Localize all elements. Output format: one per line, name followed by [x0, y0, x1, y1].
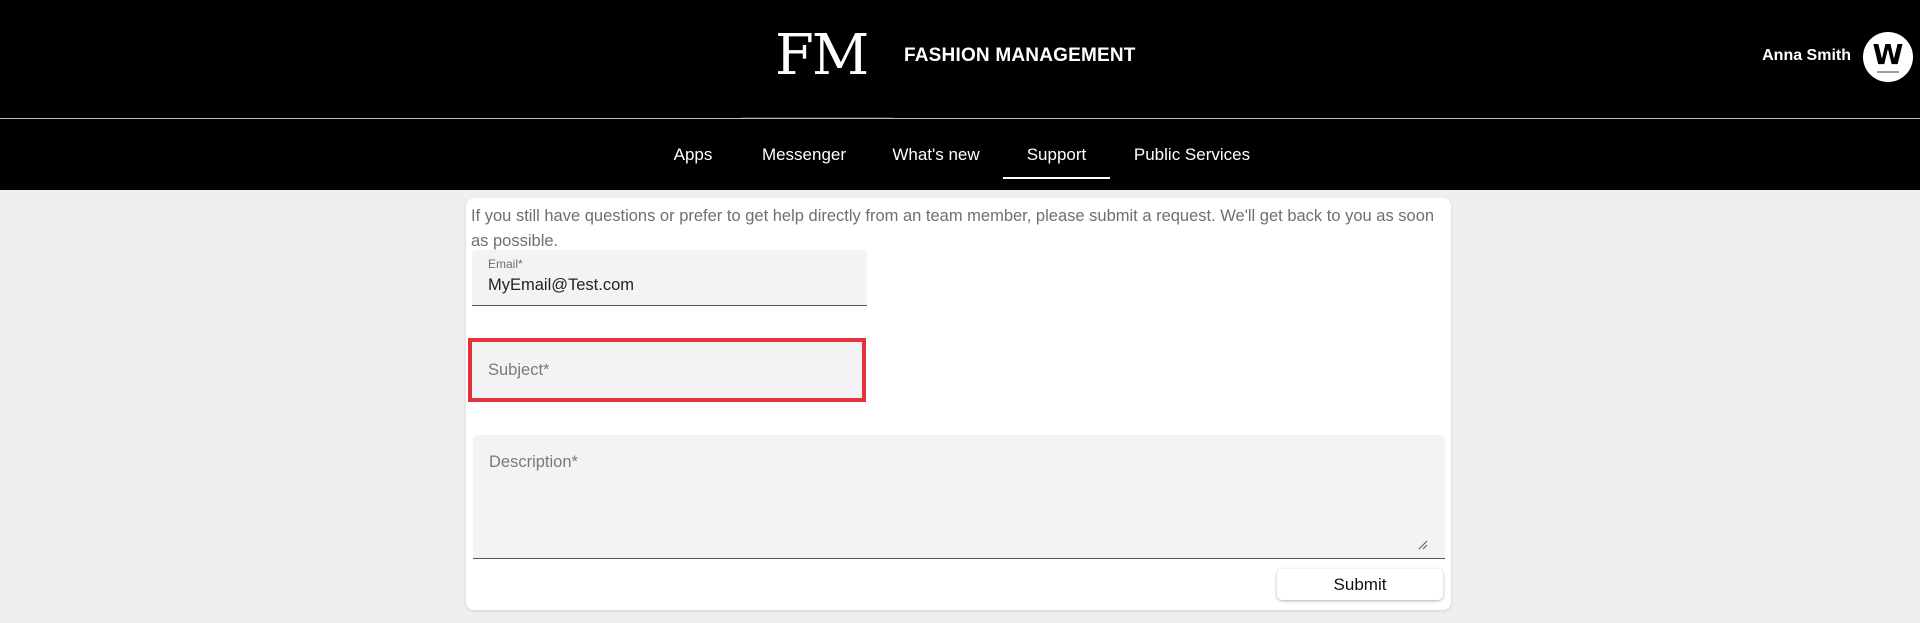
avatar-tagline-mark	[1877, 71, 1899, 73]
description-textarea[interactable]	[473, 435, 1445, 558]
email-field[interactable]: Email* MyEmail@Test.com	[472, 250, 867, 306]
header-bar: FM FASHION MANAGEMENT Anna Smith W	[0, 0, 1920, 118]
email-label: Email*	[488, 257, 523, 271]
submit-button[interactable]: Submit	[1277, 569, 1443, 600]
nav-item-messenger[interactable]: Messenger	[754, 119, 854, 190]
nav-item-public-services[interactable]: Public Services	[1128, 119, 1256, 190]
nav-item-apps[interactable]: Apps	[663, 119, 723, 190]
email-value[interactable]: MyEmail@Test.com	[488, 274, 634, 296]
nav-item-whats-new[interactable]: What's new	[886, 119, 986, 190]
support-request-card: If you still have questions or prefer to…	[466, 198, 1451, 610]
avatar-letter: W	[1872, 38, 1904, 71]
user-name: Anna Smith	[1762, 47, 1851, 64]
main-nav: Apps Messenger What's new Support Public…	[0, 119, 1920, 190]
subject-input[interactable]	[472, 342, 862, 398]
fm-logo[interactable]: FM	[775, 18, 869, 94]
support-intro-text: If you still have questions or prefer to…	[471, 207, 1435, 250]
brand-title: FASHION MANAGEMENT	[904, 45, 1136, 66]
description-field	[473, 435, 1445, 559]
subject-field-highlighted	[468, 338, 866, 402]
resize-handle-icon[interactable]	[1418, 540, 1428, 550]
avatar[interactable]: W	[1863, 32, 1913, 82]
nav-item-support[interactable]: Support	[1003, 119, 1110, 190]
